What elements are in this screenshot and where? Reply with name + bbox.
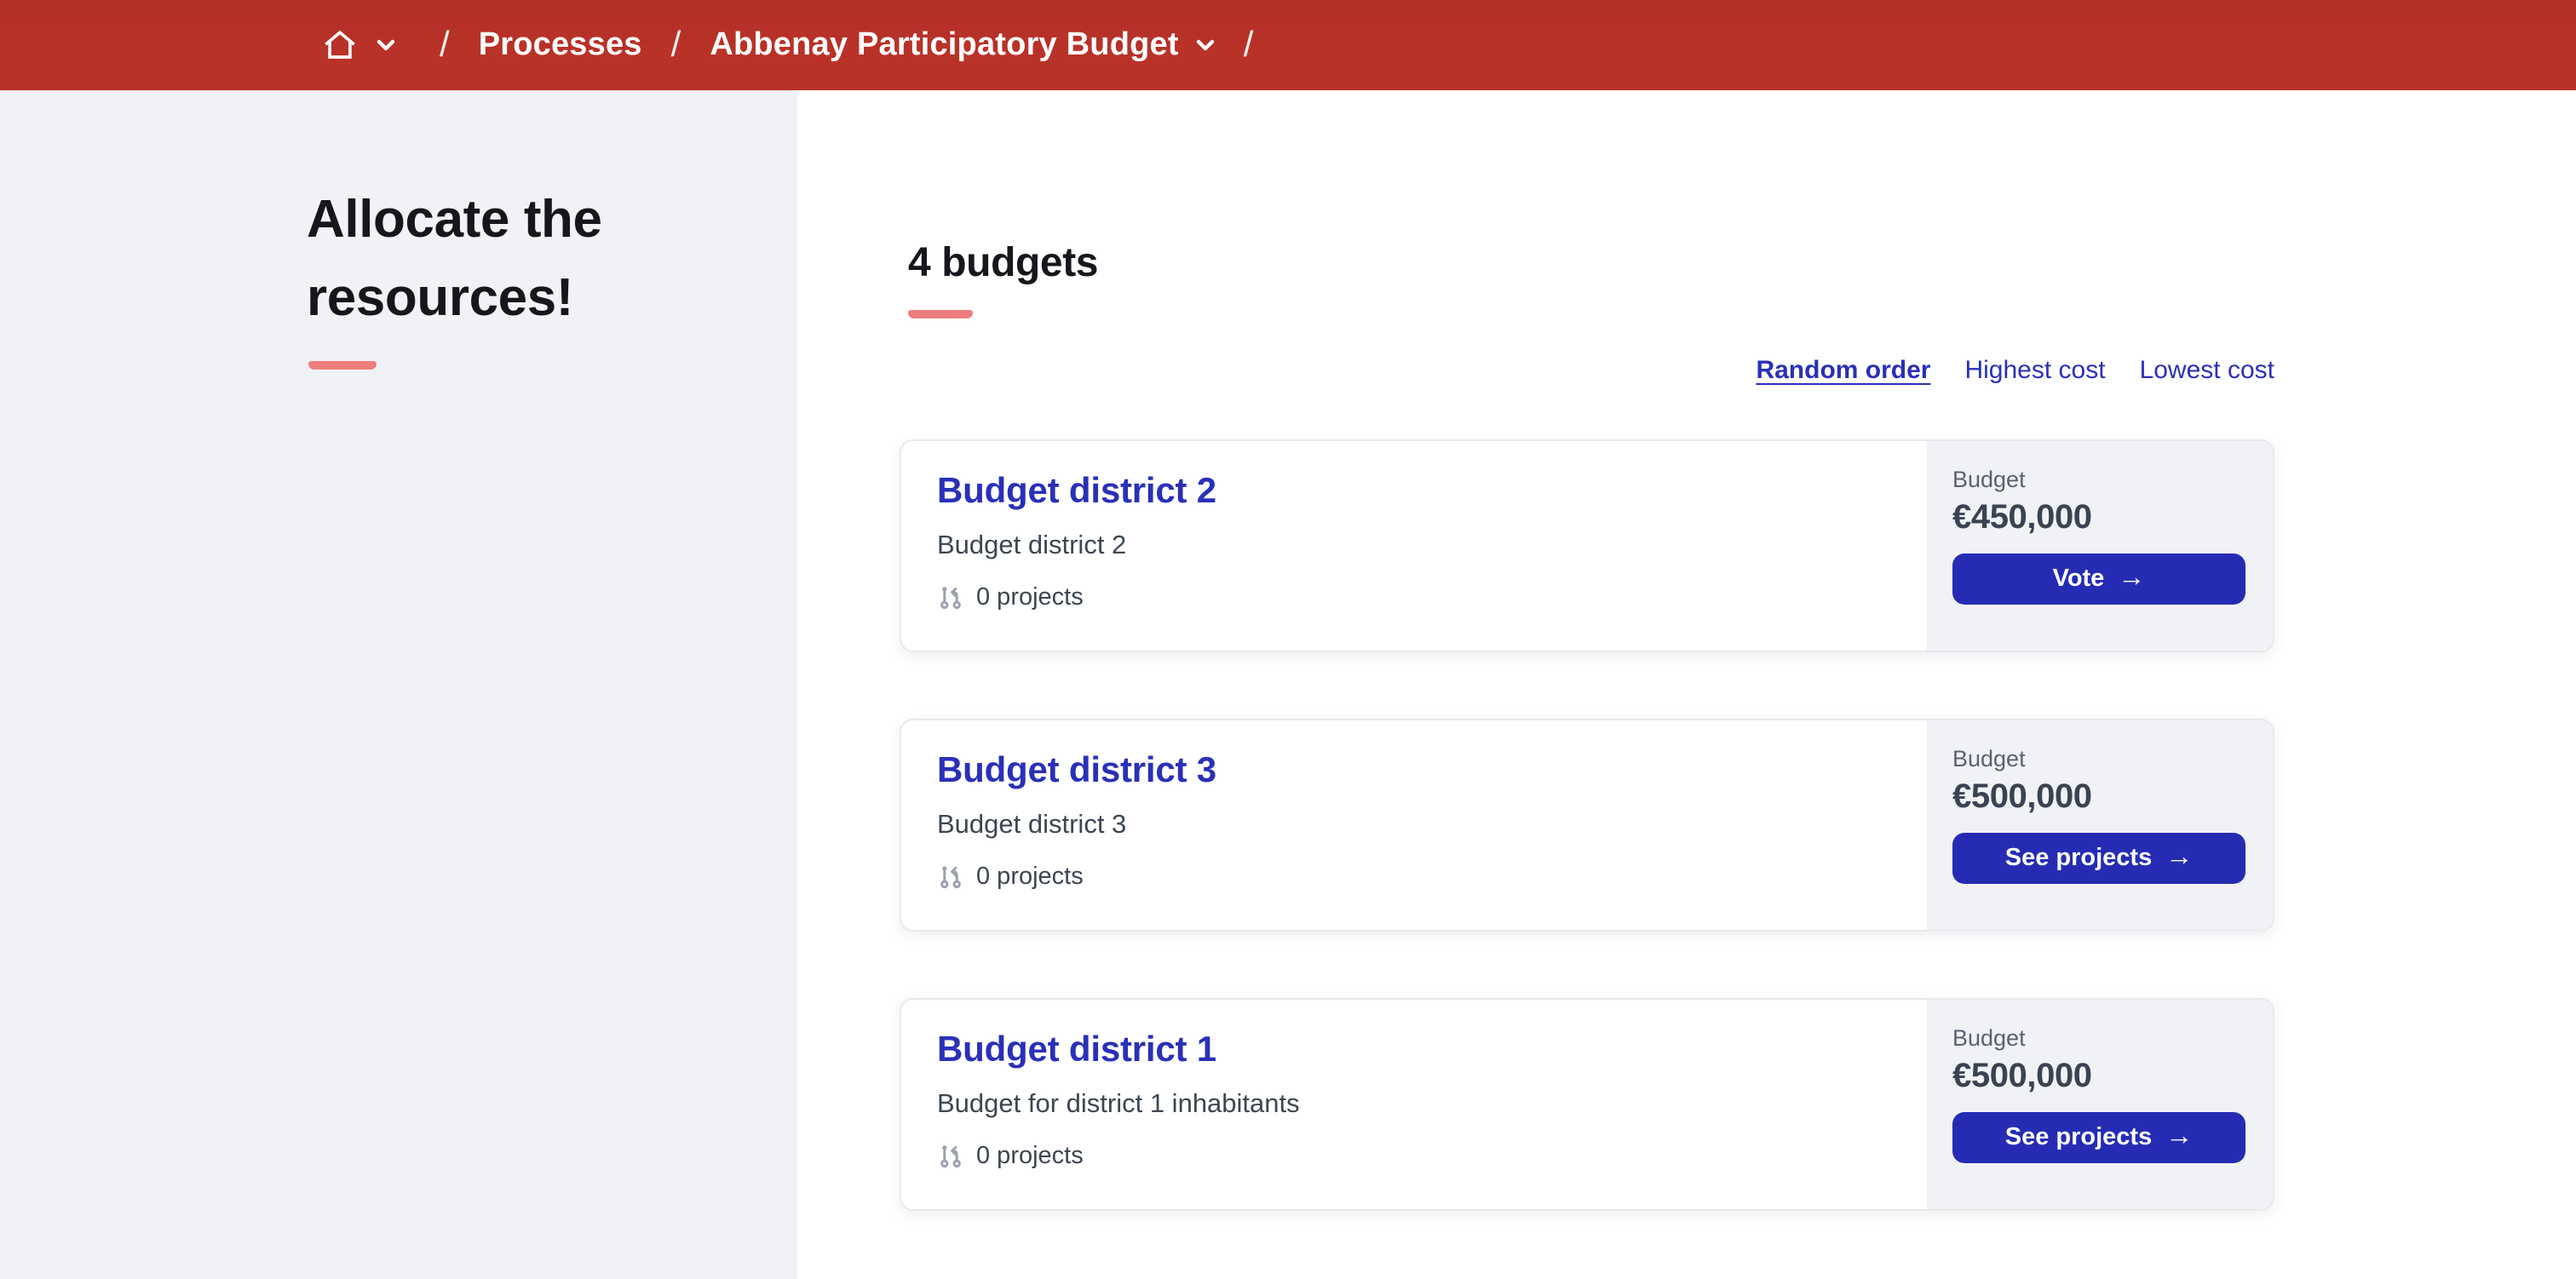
projects-count: 0 projects <box>937 1143 1900 1170</box>
arrow-right-icon: → <box>2118 564 2146 593</box>
sort-highest-cost[interactable]: Highest cost <box>1964 356 2105 385</box>
sort-random-order[interactable]: Random order <box>1756 356 1930 385</box>
breadcrumb-item-processes[interactable]: Processes <box>479 26 642 64</box>
chevron-down-icon[interactable] <box>377 38 395 52</box>
budget-amount: €500,000 <box>1952 778 2092 816</box>
arrow-right-icon: → <box>2165 1122 2194 1151</box>
budget-card-body: Budget district 3 Budget district 3 0 pr… <box>901 720 1927 930</box>
budget-card: Budget district 1 Budget for district 1 … <box>900 998 2274 1211</box>
budget-title-link[interactable]: Budget district 1 <box>937 1030 1216 1071</box>
sort-options: Random order Highest cost Lowest cost <box>900 356 2274 385</box>
projects-icon <box>937 863 964 891</box>
budget-info-panel: Budget €500,000 See projects → <box>1927 1000 2273 1209</box>
breadcrumb-item-process-title[interactable]: Abbenay Participatory Budget <box>710 26 1178 64</box>
budgets-count-heading: 4 budgets <box>908 240 1099 286</box>
title-accent-bar <box>308 361 377 370</box>
projects-count-label: 0 projects <box>976 863 1084 891</box>
budget-amount: €450,000 <box>1952 499 2092 536</box>
budget-card-body: Budget district 1 Budget for district 1 … <box>901 1000 1927 1209</box>
budget-card-body: Budget district 2 Budget district 2 0 pr… <box>901 441 1927 651</box>
budget-label: Budget <box>1952 1025 2026 1051</box>
projects-count: 0 projects <box>937 863 1900 891</box>
budget-info-panel: Budget €450,000 Vote → <box>1927 441 2273 651</box>
content-layout: Allocate the resources! 4 budgets Random… <box>0 90 2576 1279</box>
home-icon[interactable] <box>322 27 358 63</box>
chevron-down-icon[interactable] <box>1196 38 1215 52</box>
budget-amount: €500,000 <box>1952 1058 2092 1095</box>
breadcrumb-separator: / <box>440 25 450 64</box>
budget-label: Budget <box>1952 467 2026 492</box>
breadcrumb: / Processes / Abbenay Participatory Budg… <box>322 25 1282 66</box>
sort-lowest-cost[interactable]: Lowest cost <box>2140 356 2274 385</box>
budget-description: Budget district 3 <box>937 811 1127 840</box>
page: / Processes / Abbenay Participatory Budg… <box>0 0 2576 1279</box>
projects-icon <box>937 584 964 611</box>
heading-accent-bar <box>908 310 973 318</box>
arrow-right-icon: → <box>2165 843 2194 872</box>
see-projects-button-label: See projects <box>2004 845 2153 872</box>
projects-count-label: 0 projects <box>976 584 1084 611</box>
budget-title-link[interactable]: Budget district 2 <box>937 472 1216 513</box>
budget-info-panel: Budget €500,000 See projects → <box>1927 720 2273 930</box>
projects-count: 0 projects <box>937 584 1900 611</box>
topbar: / Processes / Abbenay Participatory Budg… <box>0 0 2576 90</box>
page-title: Allocate the resources! <box>307 189 602 327</box>
budget-title-link[interactable]: Budget district 3 <box>937 751 1216 792</box>
sidebar: Allocate the resources! <box>0 90 797 1279</box>
budget-card: Budget district 3 Budget district 3 0 pr… <box>900 719 2274 932</box>
budget-description: Budget district 2 <box>937 531 1127 560</box>
budget-description: Budget for district 1 inhabitants <box>937 1090 1300 1119</box>
see-projects-button[interactable]: See projects → <box>1952 1112 2245 1163</box>
projects-icon <box>937 1143 964 1170</box>
breadcrumb-separator: / <box>670 25 681 64</box>
budget-label: Budget <box>1952 746 2026 771</box>
budget-card: Budget district 2 Budget district 2 0 pr… <box>900 439 2274 652</box>
see-projects-button-label: See projects <box>2004 1124 2153 1151</box>
breadcrumb-separator: / <box>1243 25 1254 64</box>
budget-card-list: Budget district 2 Budget district 2 0 pr… <box>900 439 2576 1211</box>
vote-button-label: Vote <box>2052 565 2105 593</box>
projects-count-label: 0 projects <box>976 1143 1084 1170</box>
vote-button[interactable]: Vote → <box>1952 553 2245 605</box>
see-projects-button[interactable]: See projects → <box>1952 833 2245 884</box>
main-content: 4 budgets Random order Highest cost Lowe… <box>797 90 2576 1279</box>
